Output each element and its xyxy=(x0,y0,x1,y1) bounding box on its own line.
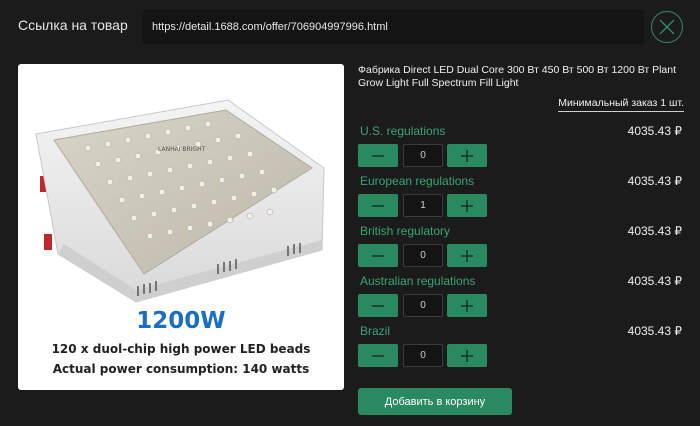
variant-name: British regulatory xyxy=(360,224,451,238)
minus-icon xyxy=(372,354,384,357)
minus-icon xyxy=(372,204,384,207)
link-label: Ссылка на товар xyxy=(18,17,128,33)
decrease-button[interactable] xyxy=(358,244,398,267)
variant-row: Australian regulations 4035.43 ₽ xyxy=(358,274,688,320)
plus-icon xyxy=(461,149,473,162)
min-order-link[interactable]: Минимальный заказ 1 шт. xyxy=(558,97,684,112)
plus-icon xyxy=(461,249,473,262)
power-label: 1200W xyxy=(136,308,226,334)
quantity-input[interactable] xyxy=(403,144,443,167)
minus-icon xyxy=(372,254,384,257)
plus-icon xyxy=(461,199,473,212)
variant-row: U.S. regulations 4035.43 ₽ xyxy=(358,124,688,170)
quantity-input[interactable] xyxy=(403,194,443,217)
increase-button[interactable] xyxy=(447,344,487,367)
variant-row: Brazil 4035.43 ₽ xyxy=(358,324,688,370)
variant-row: British regulatory 4035.43 ₽ xyxy=(358,224,688,270)
url-input[interactable] xyxy=(142,10,644,44)
variant-name: European regulations xyxy=(360,174,475,188)
decrease-button[interactable] xyxy=(358,144,398,167)
decrease-button[interactable] xyxy=(358,344,398,367)
increase-button[interactable] xyxy=(447,244,487,267)
variant-price: 4035.43 ₽ xyxy=(627,274,682,288)
plus-icon xyxy=(461,299,473,312)
close-button[interactable] xyxy=(651,11,683,43)
grow-light-illustration xyxy=(35,99,325,303)
variant-name: U.S. regulations xyxy=(360,124,446,138)
decrease-button[interactable] xyxy=(358,194,398,217)
caption-line-2: Actual power consumption: 140 watts xyxy=(52,362,310,376)
caption-line-1: 120 x duol-chip high power LED beads xyxy=(51,342,311,356)
increase-button[interactable] xyxy=(447,194,487,217)
variant-row: European regulations 4035.43 ₽ xyxy=(358,174,688,220)
decrease-button[interactable] xyxy=(358,294,398,317)
quantity-input[interactable] xyxy=(403,294,443,317)
variant-price: 4035.43 ₽ xyxy=(627,324,682,338)
quantity-input[interactable] xyxy=(403,244,443,267)
minus-icon xyxy=(372,304,384,307)
brand-logo: LANHAI BRIGHT xyxy=(158,146,206,153)
variant-price: 4035.43 ₽ xyxy=(627,224,682,238)
minus-icon xyxy=(372,154,384,157)
variant-name: Australian regulations xyxy=(360,274,476,288)
increase-button[interactable] xyxy=(447,144,487,167)
increase-button[interactable] xyxy=(447,294,487,317)
variant-price: 4035.43 ₽ xyxy=(627,124,682,138)
product-title: Фабрика Direct LED Dual Core 300 Вт 450 … xyxy=(358,64,677,89)
quantity-input[interactable] xyxy=(403,344,443,367)
plus-icon xyxy=(461,349,473,362)
product-image: LANHAI BRIGHT 1200W 120 x duol-chip high… xyxy=(18,64,344,390)
variant-name: Brazil xyxy=(360,324,391,338)
close-x-circle-icon xyxy=(659,19,675,35)
add-to-cart-button[interactable]: Добавить в корзину xyxy=(358,388,512,415)
variant-price: 4035.43 ₽ xyxy=(627,174,682,188)
